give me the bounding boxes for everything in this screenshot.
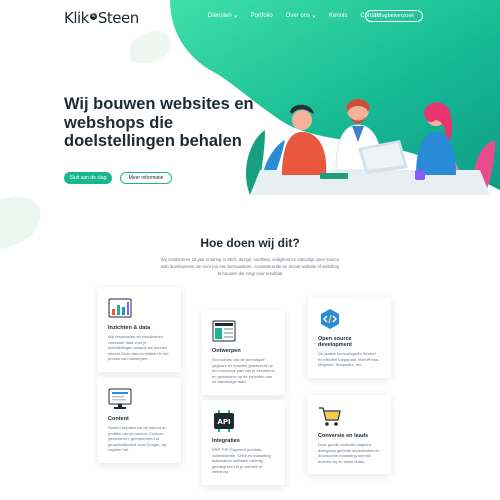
- top-nav: Klik & Steen Diensten ▼ Portfolio Over ons ▼…: [0, 0, 500, 34]
- nav-item-portfolio[interactable]: Portfolio: [251, 13, 273, 19]
- chevron-down-icon: ▼: [312, 13, 316, 19]
- code-icon: [318, 308, 342, 330]
- cart-icon: [318, 405, 342, 427]
- card-text: Door goede vindbare pagina's doelgroep g…: [318, 442, 380, 464]
- card-conversion-leads: Conversie en leads Door goede vindbare p…: [308, 395, 391, 474]
- card-text: Een schets van de benodigde pagina's en …: [212, 357, 275, 384]
- card-title: Content: [108, 416, 129, 422]
- section-title: Hoe doen wij dit?: [200, 236, 300, 250]
- wireframe-icon: [212, 320, 236, 342]
- more-info-button[interactable]: Meer informatie: [120, 172, 172, 184]
- card-insights-data: Inzichten & data Wij verzamelen en visua…: [98, 287, 181, 372]
- card-text: De laatste technologieën flexibel en eff…: [318, 351, 379, 367]
- primary-cta-button[interactable]: Sluit aan de slag: [64, 172, 112, 184]
- hero-title: Wij bouwen websites en webshops die doel…: [64, 95, 254, 150]
- card-text: ERP, PIP, Payment provider, Administrati…: [212, 447, 271, 474]
- nav-item-label: Kennis: [328, 13, 348, 19]
- nav-item-diensten[interactable]: Diensten ▼: [208, 13, 238, 19]
- nav-item-label: Over ons: [285, 13, 311, 19]
- nav-item-over-ons[interactable]: Over ons ▼: [286, 13, 316, 19]
- logo-ampersand: &: [89, 13, 97, 20]
- card-title: Open source development: [318, 336, 352, 348]
- api-icon: API: [212, 410, 236, 432]
- nav-item-label: Diensten: [208, 13, 232, 19]
- card-title: Ontwerpen: [212, 348, 241, 354]
- nav-item-label: Portfolio: [250, 13, 273, 19]
- card-content: Content Samen bepalen we de inhoud en pr…: [98, 378, 181, 463]
- logo[interactable]: Klik & Steen: [64, 9, 139, 27]
- card-text: Samen bepalen we de inhoud en profiles v…: [108, 425, 167, 452]
- card-title: Conversie en leads: [318, 433, 369, 439]
- chevron-down-icon: ▼: [233, 13, 238, 19]
- section-intro: Wij combineren 15 jaar ervaring in SEO, …: [160, 257, 340, 276]
- card-integrations: API Integraties ERP, PIP, Payment provid…: [202, 400, 285, 485]
- svg-text:API: API: [217, 418, 230, 426]
- nav-item-kennis[interactable]: Kennis: [329, 13, 347, 19]
- card-title: Integraties: [212, 438, 240, 444]
- card-title: Inzichten & data: [108, 325, 151, 331]
- card-open-source: Open source development De laatste techn…: [308, 298, 391, 378]
- card-design: Ontwerpen Een schets van de benodigde pa…: [202, 310, 285, 395]
- team-illustration: [240, 70, 500, 200]
- callback-request-button[interactable]: Terugbelverzoek: [365, 10, 423, 22]
- logo-text-right: Steen: [97, 9, 139, 27]
- monitor-icon: [108, 388, 132, 410]
- chart-icon: [108, 297, 132, 319]
- logo-text-left: Klik: [64, 9, 89, 27]
- card-text: Wij verzamelen en visualiseren relevante…: [108, 334, 169, 361]
